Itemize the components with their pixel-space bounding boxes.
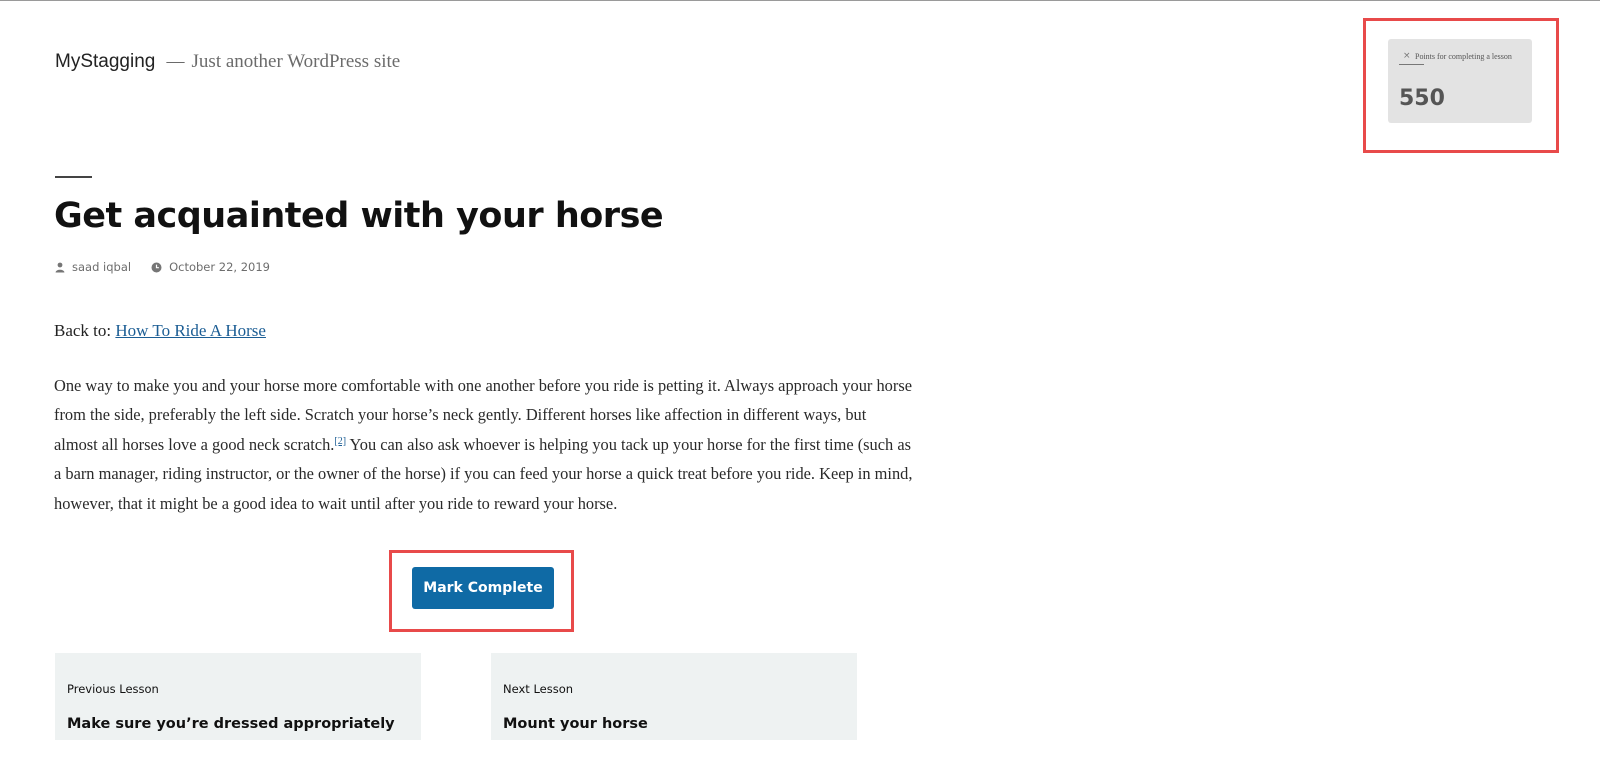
close-icon[interactable]: × xyxy=(1403,51,1411,61)
next-lesson-kicker: Next Lesson xyxy=(503,682,574,696)
mark-complete-button[interactable]: Mark Complete xyxy=(412,567,554,609)
site-description: Just another WordPress site xyxy=(191,51,401,72)
title-divider xyxy=(55,176,92,178)
next-lesson-link[interactable]: Next Lesson Mount your horse xyxy=(491,653,857,740)
date-link[interactable]: October 22, 2019 xyxy=(169,260,270,274)
previous-lesson-title: Make sure you’re dressed appropriately xyxy=(67,716,395,732)
breadcrumb-prefix: Back to: xyxy=(54,321,112,340)
post-meta: saad iqbal October 22, 2019 xyxy=(55,260,270,274)
points-label: Points for completing a lesson xyxy=(1415,52,1512,61)
post-author: saad iqbal xyxy=(55,260,131,274)
breadcrumb-course-link[interactable]: How To Ride A Horse xyxy=(115,321,266,340)
points-value: 550 xyxy=(1399,86,1445,111)
points-divider xyxy=(1399,64,1424,65)
post-date: October 22, 2019 xyxy=(151,260,270,274)
clock-icon xyxy=(151,262,162,272)
author-link[interactable]: saad iqbal xyxy=(72,260,131,274)
previous-lesson-kicker: Previous Lesson xyxy=(67,682,159,696)
site-title-link[interactable]: MyStagging xyxy=(55,51,155,72)
site-branding: MyStagging — Just another WordPress site xyxy=(55,51,400,73)
footnote-link[interactable]: [2] xyxy=(334,436,346,447)
lesson-content: One way to make you and your horse more … xyxy=(54,371,914,518)
breadcrumb: Back to: How To Ride A Horse xyxy=(54,321,266,341)
next-lesson-title: Mount your horse xyxy=(503,716,648,732)
title-separator: — xyxy=(166,51,185,71)
page-title: Get acquainted with your horse xyxy=(54,196,664,236)
person-icon xyxy=(55,262,65,272)
points-notification: × Points for completing a lesson 550 xyxy=(1388,39,1532,123)
previous-lesson-link[interactable]: Previous Lesson Make sure you’re dressed… xyxy=(55,653,421,740)
top-border xyxy=(0,0,1600,1)
